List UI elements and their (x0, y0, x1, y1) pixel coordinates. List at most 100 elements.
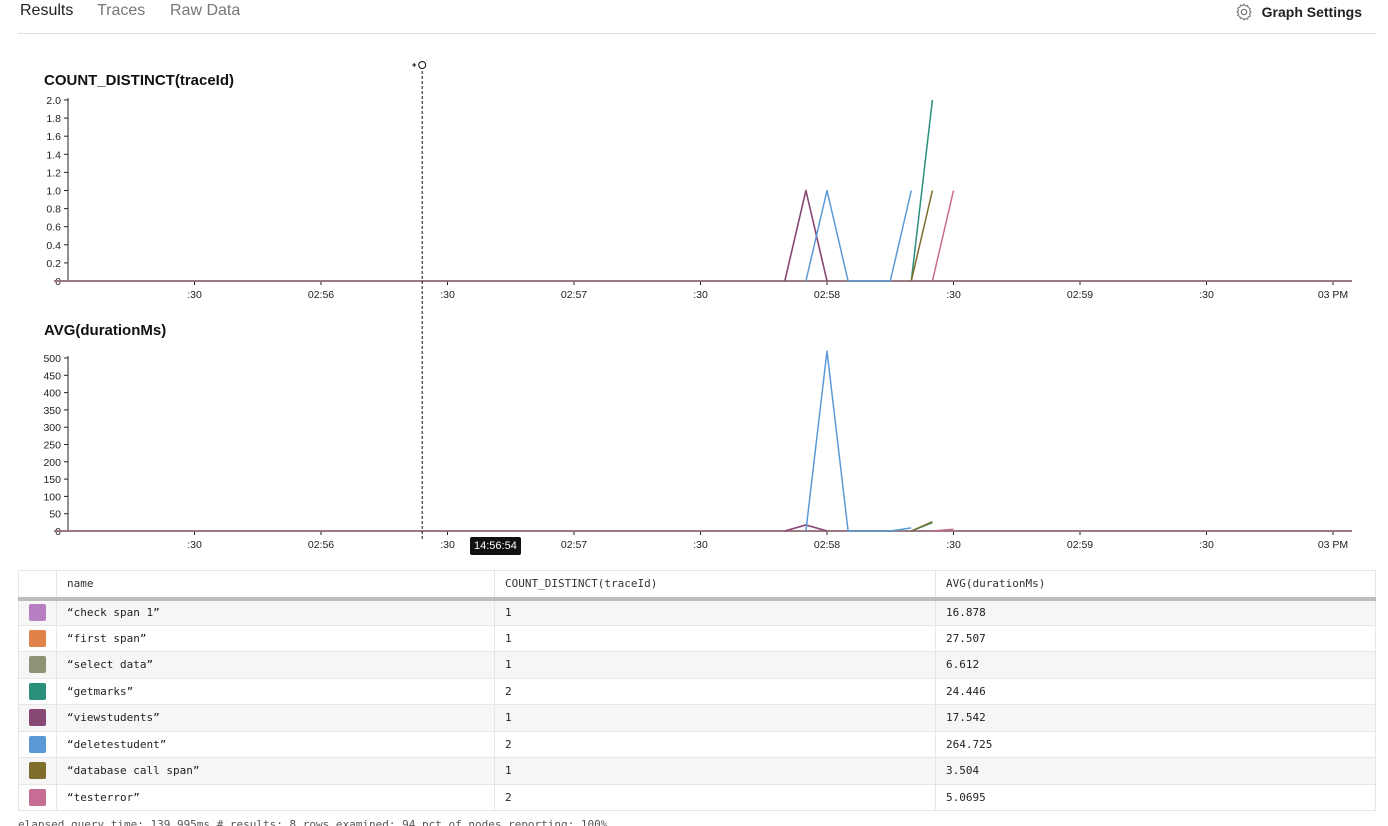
y-tick-label: 1.2 (46, 167, 61, 179)
count-cell: 1 (494, 757, 936, 785)
column-header-count[interactable]: COUNT_DISTINCT(traceId) (494, 570, 936, 601)
avg-cell: 24.446 (935, 677, 1376, 705)
y-tick-label: 400 (43, 388, 61, 400)
series-color-swatch[interactable] (29, 735, 46, 753)
y-tick-label: 150 (43, 474, 61, 486)
column-header-name[interactable]: name (56, 570, 495, 601)
chart-title: COUNT_DISTINCT(traceId) (44, 72, 234, 89)
y-tick-label: 500 (43, 353, 61, 365)
x-tick-label: 03 PM (1318, 539, 1348, 551)
x-tick-label: 02:58 (814, 289, 840, 301)
x-tick-label: :30 (440, 289, 455, 301)
series-line (805, 189, 913, 282)
y-tick-label: 450 (43, 370, 61, 382)
series-color-cell (18, 730, 57, 758)
y-tick-label: 2.0 (46, 95, 61, 107)
charts-area: COUNT_DISTINCT(traceId) 0 0.2 0.4 0.6 0.8 1.0 1… (43, 61, 1352, 551)
avg-cell: 5.0695 (935, 783, 1376, 811)
name-cell: “database call span” (56, 757, 495, 785)
avg-cell: 264.725 (935, 730, 1376, 758)
table-header-row: name COUNT_DISTINCT(traceId) AVG(duratio… (18, 570, 1376, 601)
avg-cell: 3.504 (935, 757, 1376, 785)
x-tick-label: 02:57 (561, 289, 587, 301)
table-row[interactable]: “testerror” 2 5.0695 (18, 783, 1376, 811)
y-tick-label: 0.8 (46, 204, 61, 216)
series-line (805, 350, 912, 532)
series-color-swatch[interactable] (29, 762, 46, 780)
count-cell: 2 (494, 730, 936, 758)
table-row[interactable]: “database call span” 1 3.504 (18, 757, 1376, 785)
series-color-swatch[interactable] (29, 629, 46, 647)
x-tick-label: 02:59 (1067, 539, 1093, 551)
count-cell: 1 (494, 624, 936, 652)
x-tick-label: 02:58 (814, 539, 840, 551)
name-cell: “deletestudent” (56, 730, 495, 758)
series-line (784, 189, 828, 282)
table-row[interactable]: “getmarks” 2 24.446 (18, 677, 1376, 705)
results-table: name COUNT_DISTINCT(traceId) AVG(duratio… (18, 570, 1376, 811)
name-cell: “first span” (56, 624, 495, 652)
series-color-cell (18, 783, 57, 811)
table-row[interactable]: “select data” 1 6.612 (18, 651, 1376, 679)
table-row[interactable]: “deletestudent” 2 264.725 (18, 730, 1376, 758)
add-marker-icon (412, 63, 417, 67)
series-color-cell (18, 677, 57, 705)
y-tick-label: 1.6 (46, 131, 61, 143)
y-tick-label: 100 (43, 491, 61, 503)
table-row[interactable]: “first span” 1 27.507 (18, 624, 1376, 652)
series-color-swatch[interactable] (29, 656, 46, 674)
count-cell: 1 (494, 704, 936, 732)
table-row[interactable]: “viewstudents” 1 17.542 (18, 704, 1376, 732)
y-tick-label: 250 (43, 440, 61, 452)
column-header-avg[interactable]: AVG(durationMs) (935, 570, 1376, 601)
y-tick-label: 0.4 (46, 240, 61, 252)
table-body: “check span 1” 1 16.878 “first span” 1 27.507… (18, 598, 1376, 811)
series-color-swatch[interactable] (29, 709, 46, 727)
series-color-swatch[interactable] (29, 682, 46, 700)
x-tick-label: :30 (946, 539, 961, 551)
chart-panel-2: AVG(durationMs) 0 50 100 150 200 250 300 350 400 4… (43, 322, 1352, 551)
x-tick-label: :30 (440, 539, 455, 551)
query-stats-footer: elapsed query time: 139.995ms # results:… (18, 818, 608, 826)
y-tick-label: 0.2 (46, 258, 61, 270)
y-tick-label: 0 (55, 526, 61, 538)
x-tick-label: 02:56 (308, 289, 334, 301)
series-color-cell (18, 598, 57, 626)
series-line (784, 189, 828, 282)
chart-panel-1: COUNT_DISTINCT(traceId) 0 0.2 0.4 0.6 0.8 1.0 1… (44, 72, 1352, 301)
series-color-cell (18, 624, 57, 652)
y-tick-label: 0.6 (46, 222, 61, 234)
x-tick-label: :30 (1199, 539, 1214, 551)
y-tick-label: 350 (43, 405, 61, 417)
name-cell: “check span 1” (56, 598, 495, 626)
y-tick-label: 1.0 (46, 186, 61, 198)
series-line (910, 521, 933, 532)
count-cell: 2 (494, 783, 936, 811)
avg-cell: 6.612 (935, 651, 1376, 679)
name-cell: “viewstudents” (56, 704, 495, 732)
count-cell: 2 (494, 677, 936, 705)
name-cell: “select data” (56, 651, 495, 679)
x-tick-label: :30 (693, 539, 708, 551)
series-line (931, 190, 955, 282)
x-tick-label: :30 (187, 539, 202, 551)
x-tick-label: :30 (946, 289, 961, 301)
chart-title: AVG(durationMs) (44, 322, 166, 339)
avg-cell: 27.507 (935, 624, 1376, 652)
x-tick-label: 02:56 (308, 539, 334, 551)
series-color-swatch[interactable] (29, 604, 46, 621)
y-tick-label: 1.4 (46, 149, 61, 161)
x-tick-label: 02:59 (1067, 289, 1093, 301)
y-tick-label: 200 (43, 457, 61, 469)
series-line (910, 190, 934, 282)
table-row[interactable]: “check span 1” 1 16.878 (18, 598, 1376, 626)
x-tick-label: :30 (187, 289, 202, 301)
series-color-swatch[interactable] (29, 788, 46, 806)
count-cell: 1 (494, 651, 936, 679)
y-tick-label: 300 (43, 422, 61, 434)
y-tick-label: 1.8 (46, 113, 61, 125)
series-color-cell (18, 757, 57, 785)
results-table-wrap: name COUNT_DISTINCT(traceId) AVG(duratio… (18, 570, 1376, 811)
series-color-cell (18, 704, 57, 732)
y-tick-label: 50 (49, 509, 61, 521)
